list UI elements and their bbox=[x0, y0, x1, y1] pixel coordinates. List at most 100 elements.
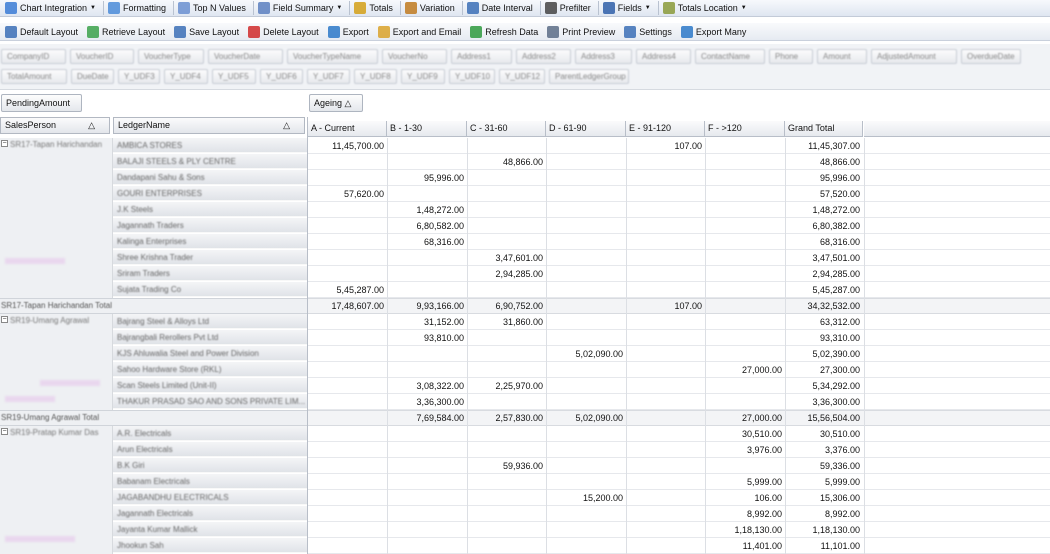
export-many-button[interactable]: Export Many bbox=[678, 24, 753, 40]
value-cell[interactable] bbox=[546, 250, 626, 266]
value-cell[interactable] bbox=[308, 522, 387, 538]
column-header-b-1-30[interactable]: B - 1-30 bbox=[387, 121, 467, 137]
value-cell[interactable] bbox=[308, 346, 387, 362]
value-cell[interactable] bbox=[546, 170, 626, 186]
fields-button[interactable]: Fields ▼ bbox=[600, 0, 657, 16]
value-cell[interactable] bbox=[387, 138, 467, 154]
value-cell[interactable] bbox=[626, 314, 705, 330]
value-cell[interactable] bbox=[546, 202, 626, 218]
value-cell[interactable] bbox=[308, 362, 387, 378]
field-chip-y-udf3[interactable]: Y_UDF3 bbox=[118, 69, 160, 84]
value-cell[interactable] bbox=[308, 250, 387, 266]
value-cell[interactable] bbox=[705, 298, 785, 314]
ledger-name-cell[interactable]: J.K Steels bbox=[113, 202, 307, 217]
value-cell[interactable] bbox=[308, 442, 387, 458]
ledger-name-cell[interactable]: GOURI ENTERPRISES bbox=[113, 186, 307, 201]
value-cell[interactable] bbox=[308, 426, 387, 442]
value-cell[interactable]: 3,47,501.00 bbox=[785, 250, 863, 266]
value-cell[interactable] bbox=[308, 458, 387, 474]
value-cell[interactable] bbox=[467, 234, 546, 250]
column-header-e-91-120[interactable]: E - 91-120 bbox=[626, 121, 705, 137]
field-chip-y-udf12[interactable]: Y_UDF12 bbox=[499, 69, 545, 84]
value-cell[interactable] bbox=[308, 378, 387, 394]
value-cell[interactable] bbox=[467, 170, 546, 186]
value-cell[interactable] bbox=[705, 282, 785, 298]
value-cell[interactable] bbox=[308, 202, 387, 218]
value-cell[interactable]: 5,45,287.00 bbox=[785, 282, 863, 298]
value-cell[interactable] bbox=[387, 266, 467, 282]
value-cell[interactable] bbox=[467, 202, 546, 218]
value-cell[interactable] bbox=[308, 474, 387, 490]
variation-button[interactable]: Variation bbox=[402, 0, 461, 16]
ledger-name-cell[interactable]: Bajrang Steel & Alloys Ltd bbox=[113, 314, 307, 329]
value-cell[interactable] bbox=[626, 442, 705, 458]
value-cell[interactable]: 57,620.00 bbox=[308, 186, 387, 202]
value-cell[interactable]: 6,80,582.00 bbox=[387, 218, 467, 234]
value-cell[interactable] bbox=[308, 330, 387, 346]
top-n-values-button[interactable]: Top N Values bbox=[175, 0, 252, 16]
value-cell[interactable]: 63,312.00 bbox=[785, 314, 863, 330]
value-cell[interactable] bbox=[308, 170, 387, 186]
value-cell[interactable] bbox=[546, 458, 626, 474]
save-layout-button[interactable]: Save Layout bbox=[171, 24, 245, 40]
settings-button[interactable]: Settings bbox=[621, 24, 678, 40]
value-cell[interactable] bbox=[546, 186, 626, 202]
field-chip-y-udf9[interactable]: Y_UDF9 bbox=[401, 69, 445, 84]
value-cell[interactable]: 48,866.00 bbox=[785, 154, 863, 170]
value-cell[interactable]: 5,999.00 bbox=[705, 474, 785, 490]
value-cell[interactable]: 3,36,300.00 bbox=[785, 394, 863, 410]
value-cell[interactable] bbox=[626, 346, 705, 362]
value-cell[interactable] bbox=[626, 218, 705, 234]
value-cell[interactable] bbox=[467, 474, 546, 490]
collapse-icon[interactable]: − bbox=[1, 316, 8, 323]
value-cell[interactable] bbox=[387, 522, 467, 538]
field-summary-button[interactable]: Field Summary ▼ bbox=[255, 0, 348, 16]
value-cell[interactable] bbox=[467, 186, 546, 202]
value-cell[interactable] bbox=[626, 522, 705, 538]
value-cell[interactable] bbox=[626, 282, 705, 298]
value-cell[interactable] bbox=[705, 170, 785, 186]
ledger-name-cell[interactable]: AMBICA STORES bbox=[113, 138, 307, 153]
value-cell[interactable] bbox=[467, 218, 546, 234]
value-cell[interactable]: 5,999.00 bbox=[785, 474, 863, 490]
field-chip-y-udf5[interactable]: Y_UDF5 bbox=[212, 69, 256, 84]
ledger-name-cell[interactable]: Sriram Traders bbox=[113, 266, 307, 281]
value-cell[interactable] bbox=[387, 362, 467, 378]
data-field-pendingamount[interactable]: PendingAmount bbox=[1, 94, 82, 112]
ledger-name-cell[interactable]: Jagannath Electricals bbox=[113, 506, 307, 521]
row-field-ledgername[interactable]: LedgerName △ bbox=[113, 117, 305, 134]
ledger-name-cell[interactable]: Babanam Electricals bbox=[113, 474, 307, 489]
value-cell[interactable]: 1,18,130.00 bbox=[705, 522, 785, 538]
value-cell[interactable] bbox=[626, 474, 705, 490]
value-cell[interactable]: 6,90,752.00 bbox=[467, 298, 546, 314]
value-cell[interactable] bbox=[626, 378, 705, 394]
column-header-c-31-60[interactable]: C - 31-60 bbox=[467, 121, 546, 137]
field-chip-duedate[interactable]: DueDate bbox=[71, 69, 114, 84]
value-cell[interactable] bbox=[626, 506, 705, 522]
value-cell[interactable] bbox=[626, 250, 705, 266]
value-cell[interactable] bbox=[705, 266, 785, 282]
value-cell[interactable] bbox=[546, 522, 626, 538]
salesperson-group[interactable]: − SR17-Tapan Harichandan bbox=[0, 138, 113, 298]
value-cell[interactable]: 11,45,307.00 bbox=[785, 138, 863, 154]
value-cell[interactable]: 2,94,285.00 bbox=[785, 266, 863, 282]
value-cell[interactable]: 31,152.00 bbox=[387, 314, 467, 330]
value-cell[interactable] bbox=[387, 426, 467, 442]
value-cell[interactable] bbox=[546, 298, 626, 314]
value-cell[interactable] bbox=[626, 362, 705, 378]
value-cell[interactable] bbox=[387, 186, 467, 202]
value-cell[interactable] bbox=[546, 282, 626, 298]
value-cell[interactable] bbox=[308, 266, 387, 282]
value-cell[interactable] bbox=[467, 330, 546, 346]
value-cell[interactable]: 11,45,700.00 bbox=[308, 138, 387, 154]
value-cell[interactable] bbox=[626, 426, 705, 442]
value-cell[interactable] bbox=[705, 186, 785, 202]
value-cell[interactable] bbox=[705, 394, 785, 410]
totals-button[interactable]: Totals bbox=[351, 0, 399, 16]
value-cell[interactable] bbox=[308, 154, 387, 170]
value-cell[interactable]: 15,306.00 bbox=[785, 490, 863, 506]
value-cell[interactable] bbox=[546, 474, 626, 490]
value-cell[interactable] bbox=[308, 394, 387, 410]
field-chip-voucherno[interactable]: VoucherNo bbox=[382, 49, 447, 64]
value-cell[interactable]: 11,401.00 bbox=[705, 538, 785, 554]
